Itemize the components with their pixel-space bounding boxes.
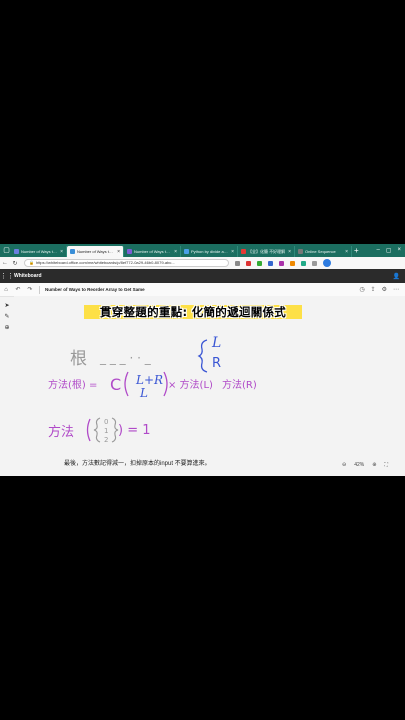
handwriting-base-paren [86,418,91,442]
handwriting-one: 1 [104,427,108,435]
handwriting-times-left: × 方法(L) [168,378,213,391]
handwriting-paren-left [124,371,129,397]
handwriting-C: C [110,375,121,394]
handwriting-paren-right [163,371,168,397]
handwriting-L-plus-R: L+R [135,373,163,387]
handwriting-root: 根 [70,349,87,369]
zoom-in-icon[interactable]: ⊕ [372,462,376,468]
fit-screen-icon[interactable]: ⛶ [384,462,388,468]
handwriting-zero: 0 [104,418,108,426]
handwriting-method-root: 方法(根) = [48,378,97,391]
zoom-out-icon[interactable]: ⊖ [342,462,346,468]
zoom-level: 42% [354,462,365,468]
handwriting-base-brace [93,417,101,443]
handwriting-dashes: _ _ _ · · _ [99,351,152,365]
handwriting-equals-one: ) = 1 [118,423,151,438]
handwriting-L: L [211,335,221,351]
handwriting-two: 2 [104,436,108,444]
handwriting-times-right: 方法(R) [222,378,257,391]
title-banner: 貫穿整題的重點: 化簡的遞迴關係式 [99,305,287,319]
handwriting-L-bottom: L [139,386,148,400]
handwriting-R: R [212,356,221,371]
caption-text: 最後，方法數記得減一，扣掉原本的input 不要算進來。 [64,461,211,467]
handwriting-method-base: 方法 [48,424,74,440]
zoom-controls: ⊖ 42% ⊕ ⛶ [342,462,388,468]
handwriting-brace [197,339,208,373]
handwriting-layer: 根 _ _ _ · · _ L R 方法(根) = C L+R L × 方法(L… [48,335,257,444]
